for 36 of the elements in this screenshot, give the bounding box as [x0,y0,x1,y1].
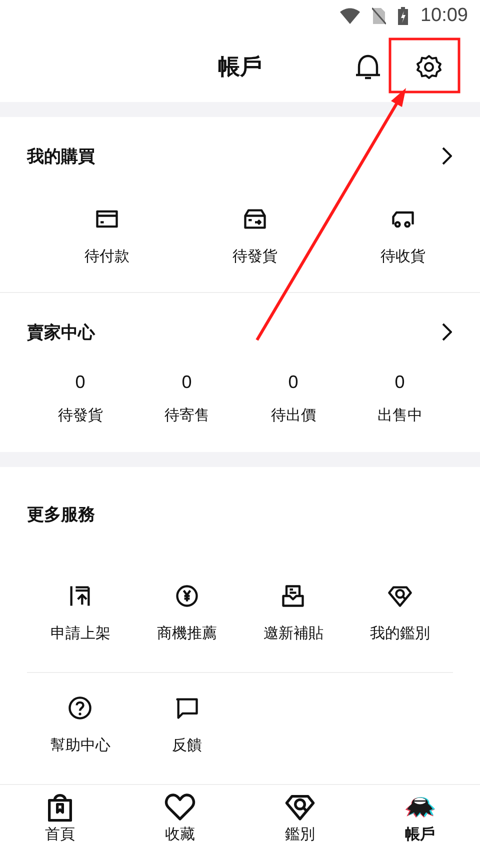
order-status-item[interactable]: 待收貨 [329,195,477,268]
chevron-right-icon [442,323,452,341]
nav-tab[interactable]: 帳戶 [360,785,480,853]
nav-tab[interactable]: 首頁 [0,785,120,853]
no-sim-icon [372,6,386,25]
help-icon [67,695,94,721]
seller-stat-item[interactable]: 0 待寄售 [134,371,240,426]
seller-stat-item[interactable]: 0 待出價 [240,371,346,426]
status-time: 10:09 [420,4,468,27]
settings-icon [416,54,442,80]
nav-tab[interactable]: 收藏 [120,785,240,853]
nav-tab[interactable]: 鑑別 [240,785,360,853]
section-header[interactable]: 賣家中心 [0,293,480,371]
yen-icon [174,583,200,609]
chevron-right-icon [442,147,452,166]
inbox-icon [280,583,306,609]
service-item[interactable]: 邀新補貼 [240,561,346,672]
service-item[interactable]: 我的鑑別 [346,561,453,672]
service-item[interactable]: 申請上架 [27,561,134,672]
order-status-item[interactable]: 待發貨 [181,195,329,268]
section-title: 賣家中心 [27,322,95,344]
page-title: 帳戶 [218,54,262,82]
order-status-item[interactable]: 待付款 [33,195,181,268]
service-item[interactable]: 商機推薦 [134,561,240,672]
seller-stat-item[interactable]: 0 出售中 [346,371,453,426]
section-title: 我的購買 [27,146,95,168]
section-title: 更多服務 [27,504,95,526]
bell-icon [355,52,381,81]
wifi-icon [340,8,360,24]
seller-stat-item[interactable]: 0 待發貨 [27,371,134,426]
service-item[interactable]: 反饋 [134,673,240,784]
battery-charging-icon [398,6,408,25]
highlight-frame [388,38,460,94]
section-header[interactable]: 我的購買 [0,117,480,196]
service-item[interactable]: 幫助中心 [27,673,134,784]
heart-icon [164,791,196,823]
